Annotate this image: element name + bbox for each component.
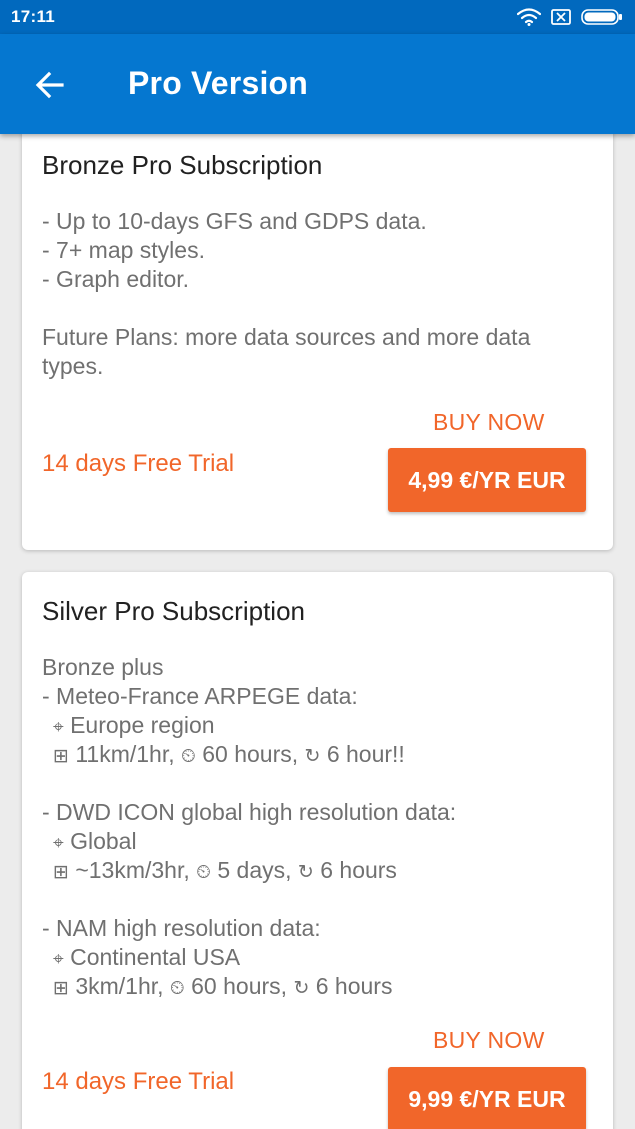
- buy-silver-button[interactable]: 9,99 €/YR EUR: [388, 1067, 586, 1129]
- grid-icon: ⊞: [53, 977, 69, 999]
- arrow-left-icon: [35, 71, 64, 99]
- description-spacer: [42, 769, 602, 798]
- description-line: Future Plans: more data sources and more…: [42, 324, 531, 350]
- status-icons: [517, 8, 623, 26]
- source-specs: ⊞ ~13km/3hr, ⏲ 5 days, ↻ 6 hours: [53, 857, 397, 883]
- plan-card-bronze: Bronze Pro Subscription - Up to 10-days …: [22, 134, 613, 550]
- free-trial-label: 14 days Free Trial: [42, 450, 235, 477]
- back-button[interactable]: [34, 69, 66, 101]
- buy-bronze-button[interactable]: 4,99 €/YR EUR: [388, 448, 586, 512]
- description-intro: Bronze plus: [42, 654, 164, 680]
- refresh-icon: ↻: [304, 745, 321, 767]
- plan-description: - Up to 10-days GFS and GDPS data. - 7+ …: [42, 207, 602, 381]
- source-specs: ⊞ 3km/1hr, ⏲ 60 hours, ↻ 6 hours: [53, 973, 393, 999]
- plan-card-silver: Silver Pro Subscription Bronze plus - Me…: [22, 572, 613, 1129]
- plan-description: Bronze plus - Meteo-France ARPEGE data: …: [42, 653, 602, 1001]
- buy-now-label: BUY NOW: [433, 1027, 545, 1053]
- battery-icon: [581, 9, 622, 25]
- crosshair-icon: ⌖: [53, 832, 64, 854]
- grid-icon: ⊞: [53, 745, 69, 767]
- wifi-icon: [517, 8, 541, 26]
- source-region: ⌖ Continental USA: [53, 944, 241, 970]
- clock-icon: ⏲: [196, 861, 211, 883]
- crosshair-icon: ⌖: [53, 716, 64, 738]
- description-line: - Graph editor.: [42, 266, 190, 292]
- refresh-icon: ↻: [293, 977, 310, 999]
- plan-title: Bronze Pro Subscription: [42, 150, 323, 180]
- grid-icon: ⊞: [53, 861, 69, 883]
- buy-now-label: BUY NOW: [433, 409, 545, 435]
- source-name: - NAM high resolution data:: [42, 915, 321, 941]
- description-line: - 7+ map styles.: [42, 237, 205, 263]
- app-bar: Pro Version: [0, 34, 635, 134]
- description-line: types.: [42, 353, 104, 379]
- source-name: - DWD ICON global high resolution data:: [42, 799, 457, 825]
- refresh-icon: ↻: [297, 861, 314, 883]
- source-specs: ⊞ 11km/1hr, ⏲ 60 hours, ↻ 6 hour!!: [53, 741, 405, 767]
- sim-x-icon: [551, 9, 571, 25]
- status-bar: 17:11: [0, 0, 635, 34]
- plans-list[interactable]: Bronze Pro Subscription - Up to 10-days …: [0, 134, 635, 1129]
- clock-icon: ⏲: [181, 745, 196, 767]
- source-region: ⌖ Europe region: [53, 712, 215, 738]
- status-time: 17:11: [11, 7, 56, 26]
- description-spacer: [42, 885, 602, 914]
- free-trial-label: 14 days Free Trial: [42, 1068, 235, 1095]
- page-title: Pro Version: [128, 65, 309, 101]
- description-line: - Up to 10-days GFS and GDPS data.: [42, 208, 427, 234]
- crosshair-icon: ⌖: [53, 948, 64, 970]
- source-region: ⌖ Global: [53, 828, 137, 854]
- clock-icon: ⏲: [169, 977, 185, 999]
- source-name: - Meteo-France ARPEGE data:: [42, 683, 358, 709]
- description-spacer: [42, 294, 602, 323]
- plan-title: Silver Pro Subscription: [42, 596, 305, 626]
